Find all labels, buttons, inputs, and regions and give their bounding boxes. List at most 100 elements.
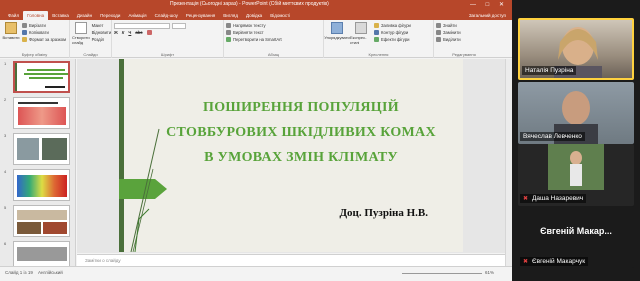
new-slide-button[interactable]: Створити слайд <box>72 22 90 45</box>
thumbnail-image <box>13 205 70 237</box>
mic-muted-icon: ✖ <box>523 196 529 202</box>
brush-icon <box>22 37 27 42</box>
participant-name: Наталія Пузріна <box>522 66 577 75</box>
tab-home[interactable]: Головна <box>23 11 49 20</box>
thumbnail-slide-1[interactable]: 1 <box>4 61 72 95</box>
participant-tile[interactable]: ✖ Даша Назаревич <box>518 144 634 206</box>
replace-icon <box>436 30 441 35</box>
mic-muted-icon: ✖ <box>523 259 529 265</box>
cut-button[interactable]: Вирізати <box>22 22 66 29</box>
font-color-icon[interactable] <box>146 30 152 35</box>
drawing-group-label: Креслення <box>368 52 389 57</box>
clipboard-icon <box>5 22 17 34</box>
font-group-label: Шрифт <box>160 52 175 57</box>
shape-fill-button[interactable]: Заливка фігури <box>374 22 411 29</box>
text-direction-button[interactable]: Напрямок тексту <box>226 22 321 29</box>
bold-icon[interactable]: Ж <box>114 30 118 35</box>
layout-button[interactable]: Макет <box>92 22 112 29</box>
arrange-icon <box>331 22 343 34</box>
format-painter-button[interactable]: Формат за зразком <box>22 36 66 43</box>
smartart-button[interactable]: Перетворити на SmartArt <box>226 36 321 43</box>
font-name-field[interactable] <box>114 22 170 29</box>
tab-view[interactable]: Вигляд <box>219 11 242 20</box>
align-icon <box>226 30 231 35</box>
status-bar: Слайд 1 із 19 Англійський 61% <box>0 266 512 281</box>
editing-group-label: Редагування <box>452 52 476 57</box>
slide-editing-area: ПОШИРЕННЯ ПОПУЛЯЦІЙ СТОВБУРОВИХ ШКІДЛИВИ… <box>77 59 505 253</box>
participants-panel: Наталія Пузріна Вячеслав Левченко ✖ Даша … <box>512 0 640 281</box>
styles-icon <box>355 22 367 34</box>
paragraph-group: Напрямок тексту Вирівняти текст Перетвор… <box>224 20 324 58</box>
copy-icon <box>22 30 27 35</box>
window-controls[interactable]: — □ ✕ <box>470 1 508 8</box>
font-size-field[interactable] <box>172 22 186 29</box>
tab-transitions[interactable]: Переходи <box>96 11 124 20</box>
participant-tile[interactable]: Євгеній Макар... ✖ Євгеній Макарчук <box>518 206 634 268</box>
vertical-scrollbar[interactable] <box>505 59 512 266</box>
thumbnail-slide-5[interactable]: 5 <box>4 205 72 239</box>
tab-review[interactable]: Рецензування <box>182 11 219 20</box>
quick-styles-button[interactable]: Експрес-стилі <box>350 22 372 45</box>
thumbnail-slide-3[interactable]: 3 <box>4 133 72 167</box>
zoom-level[interactable]: 61% <box>485 270 494 275</box>
ribbon: Вставити Вирізати Копіювати Формат за зр… <box>0 20 512 58</box>
copy-button[interactable]: Копіювати <box>22 29 66 36</box>
select-icon <box>436 37 441 42</box>
italic-icon[interactable]: К <box>122 30 125 35</box>
notes-pane[interactable]: Замітки о слайду <box>77 254 505 266</box>
fill-icon <box>374 23 379 28</box>
text-direction-icon <box>226 23 231 28</box>
participant-display-name: Євгеній Макар... <box>540 226 612 236</box>
participant-name: ✖ Євгеній Макарчук <box>520 257 589 266</box>
tab-design[interactable]: Дизайн <box>73 11 96 20</box>
tab-help[interactable]: Довідка <box>242 11 266 20</box>
thumbnail-image <box>13 133 70 165</box>
replace-button[interactable]: Замінити <box>436 29 492 36</box>
language-indicator[interactable]: Англійський <box>38 270 63 275</box>
tab-slideshow[interactable]: Слайд-шоу <box>151 11 182 20</box>
ribbon-tabs: Файл Головна Вставка Дизайн Переходи Ані… <box>0 10 512 20</box>
thumbnail-slide-2[interactable]: 2 <box>4 97 72 131</box>
participant-name: Вячеслав Левченко <box>520 132 585 141</box>
powerpoint-window: Презентація (Сьогодні зараз) - PowerPoin… <box>0 0 512 281</box>
find-button[interactable]: Знайти <box>436 22 492 29</box>
tab-animations[interactable]: Анімація <box>124 11 150 20</box>
paste-button[interactable]: Вставити <box>2 22 20 43</box>
clipboard-group: Вставити Вирізати Копіювати Формат за зр… <box>0 20 70 58</box>
scissors-icon <box>22 23 27 28</box>
thumbnail-slide-4[interactable]: 4 <box>4 169 72 203</box>
participant-tile[interactable]: Наталія Пузріна <box>518 18 634 80</box>
smartart-icon <box>226 37 231 42</box>
drawing-group: Упорядкувати Експрес-стилі Заливка фігур… <box>324 20 434 58</box>
slides-group: Створити слайд Макет Відновити Розділ Сл… <box>70 20 112 58</box>
new-slide-icon <box>74 22 87 34</box>
title-bar: Презентація (Сьогодні зараз) - PowerPoin… <box>0 0 512 10</box>
outline-icon <box>374 30 379 35</box>
select-button[interactable]: Виділити <box>436 36 492 43</box>
strike-icon[interactable]: abc <box>135 30 142 35</box>
reset-button[interactable]: Відновити <box>92 29 112 36</box>
font-group: Ж К Чabc Шрифт <box>112 20 224 58</box>
share-button[interactable]: Загальний доступ <box>463 11 512 20</box>
zoom-slider[interactable] <box>402 273 482 274</box>
tab-insert[interactable]: Вставка <box>48 11 73 20</box>
tab-info[interactable]: Відомості <box>266 11 294 20</box>
arrange-button[interactable]: Упорядкувати <box>324 22 350 45</box>
tab-file[interactable]: Файл <box>4 11 23 20</box>
thumbnail-image <box>13 169 70 201</box>
slide-title: ПОШИРЕННЯ ПОПУЛЯЦІЙ СТОВБУРОВИХ ШКІДЛИВИ… <box>166 100 436 165</box>
shape-outline-button[interactable]: Контур фігури <box>374 29 411 36</box>
underline-icon[interactable]: Ч <box>128 30 131 35</box>
search-icon <box>436 23 441 28</box>
paragraph-group-label: Абзац <box>267 52 280 57</box>
current-slide[interactable]: ПОШИРЕННЯ ПОПУЛЯЦІЙ СТОВБУРОВИХ ШКІДЛИВИ… <box>119 59 463 252</box>
thumbnail-image <box>13 97 70 129</box>
effects-icon <box>374 37 379 42</box>
align-text-button[interactable]: Вирівняти текст <box>226 29 321 36</box>
shape-effects-button[interactable]: Ефекти фігури <box>374 36 411 43</box>
editing-group: Знайти Замінити Виділити Редагування <box>434 20 494 58</box>
participant-tile[interactable]: Вячеслав Левченко <box>518 82 634 144</box>
font-format-buttons[interactable]: Ж К Чabc <box>114 29 221 36</box>
slide-counter: Слайд 1 із 19 <box>5 270 33 275</box>
section-button[interactable]: Розділ <box>92 36 112 43</box>
